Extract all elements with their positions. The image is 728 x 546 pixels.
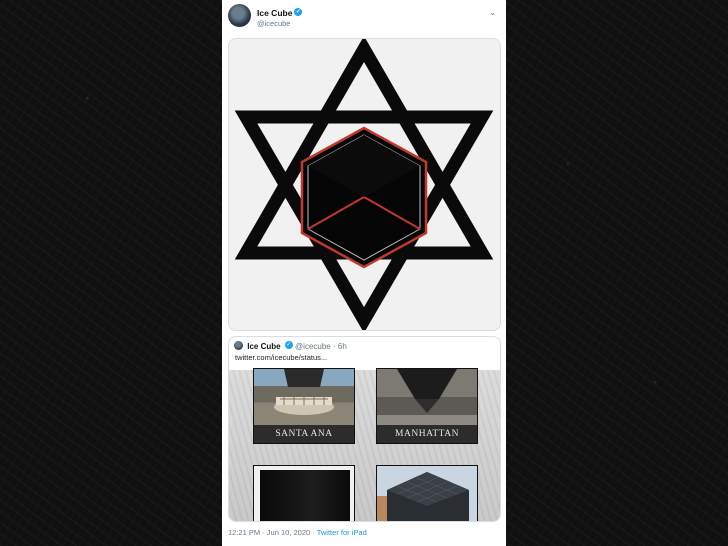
- tweet-time[interactable]: 12:21 PM: [228, 528, 260, 537]
- chevron-down-icon[interactable]: ⌄: [489, 8, 496, 17]
- quoted-separator: ·: [332, 342, 336, 351]
- footer-separator: ·: [312, 528, 315, 537]
- photo-panel-santa-ana: SANTA ANA: [253, 368, 355, 444]
- grid-cube-photo: [377, 466, 477, 521]
- photo-panel-black-cube: [253, 465, 355, 521]
- photo-panel-grid-cube: [376, 465, 478, 521]
- tweet-image[interactable]: [228, 38, 501, 331]
- quoted-handle: @icecube: [295, 342, 331, 351]
- tweet-card: Ice Cube ✓ @icecube ⌄ Ice Cube ✓ @icecube…: [222, 0, 506, 546]
- quoted-avatar: [234, 341, 243, 350]
- panel-caption: MANHATTAN: [377, 425, 477, 443]
- black-cube-photo: [260, 470, 350, 521]
- author-handle[interactable]: @icecube: [257, 19, 290, 28]
- cube-sculpture-photo: [377, 369, 477, 425]
- tweet-source-link[interactable]: Twitter for iPad: [317, 528, 367, 537]
- quoted-author-name: Ice Cube: [247, 342, 281, 351]
- quoted-tweet-header: Ice Cube ✓ @icecube · 6h: [234, 341, 347, 351]
- author-name-text[interactable]: Ice Cube: [257, 8, 292, 18]
- tweet-footer: 12:21 PM · Jun 10, 2020 · Twitter for iP…: [228, 528, 367, 537]
- author-name[interactable]: Ice Cube ✓: [257, 8, 303, 18]
- panel-caption: SANTA ANA: [254, 425, 354, 443]
- quoted-tweet-image[interactable]: SANTA ANA MANHATTAN: [229, 368, 500, 521]
- quoted-tweet[interactable]: Ice Cube ✓ @icecube · 6h twitter.com/ice…: [228, 336, 501, 522]
- quoted-tweet-link[interactable]: twitter.com/icecube/status...: [235, 353, 327, 362]
- photo-panel-manhattan: MANHATTAN: [376, 368, 478, 444]
- cube-sculpture-photo: [274, 369, 334, 415]
- star-of-david-cube-image: [229, 39, 500, 330]
- tweet-date[interactable]: Jun 10, 2020: [267, 528, 310, 537]
- footer-separator: ·: [262, 528, 265, 537]
- verified-badge-icon: ✓: [294, 8, 303, 16]
- avatar[interactable]: [228, 4, 251, 27]
- verified-badge-icon: ✓: [284, 341, 293, 349]
- quoted-age: 6h: [337, 342, 347, 351]
- tweet-header: Ice Cube ✓ @icecube ⌄: [228, 4, 500, 32]
